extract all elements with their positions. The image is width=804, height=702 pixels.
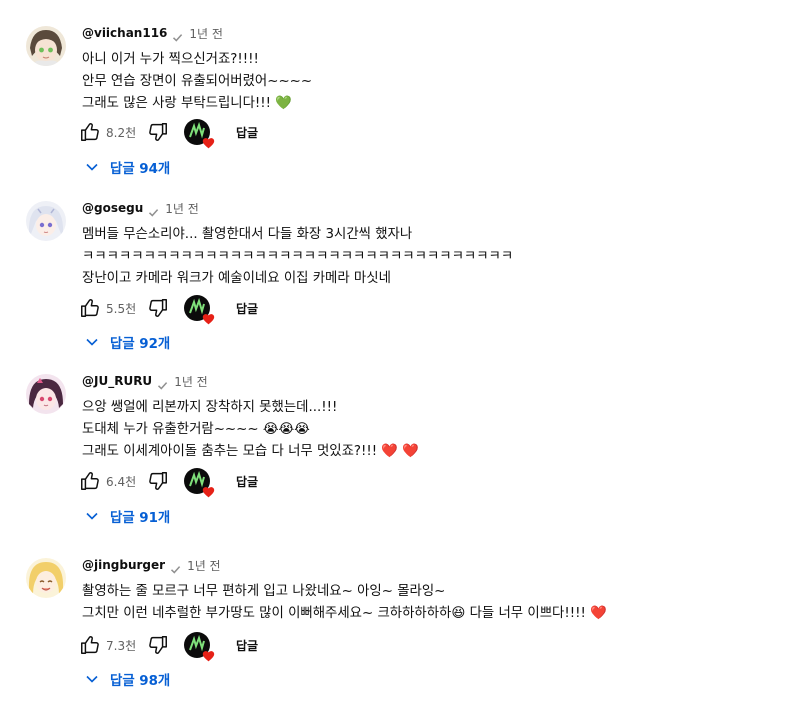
chevron-down-icon — [86, 672, 98, 687]
comment-timestamp[interactable]: 1년 전 — [165, 200, 199, 217]
replies-count: 답글 92개 — [110, 337, 171, 352]
avatar[interactable] — [26, 201, 66, 241]
comment-line: 장난이고 카메라 워크가 예술이네요 이집 카메라 마싯네 — [82, 271, 391, 286]
comment-line: 으앙 쌩얼에 리본까지 장착하지 못했는데...!!! — [82, 400, 338, 415]
chevron-down-icon — [86, 509, 98, 524]
heart-icon — [202, 314, 215, 325]
comment-header: @viichan116 1년 전 — [82, 24, 223, 42]
comment-header: @gosegu 1년 전 — [82, 199, 199, 217]
dislike-button[interactable] — [144, 631, 172, 659]
thumbs-up-icon — [81, 299, 99, 317]
like-button[interactable] — [76, 118, 104, 146]
comment-timestamp[interactable]: 1년 전 — [189, 25, 223, 42]
comment-line: 도대체 누가 유출한거람~~~~ 😭😭😭 — [82, 422, 310, 437]
author-name[interactable]: @jingburger — [82, 558, 165, 572]
comment-line: 촬영하는 줄 모르구 너무 편하게 입고 나왔네요~ 아잉~ 몰라잉~ — [82, 584, 446, 599]
view-replies-button[interactable]: 답글 92개 — [80, 326, 170, 358]
avatar[interactable] — [26, 558, 66, 598]
replies-count: 답글 94개 — [110, 162, 171, 177]
view-replies-button[interactable]: 답글 94개 — [80, 151, 170, 183]
thumbs-up-icon — [81, 123, 99, 141]
comment-actions: 7.3천 답글 — [76, 629, 258, 662]
verified-check-icon — [172, 28, 183, 42]
comment-line: 그치만 이런 네추럴한 부가땅도 많이 이뻐해주세요~ 크하하하하하😆 다들 너… — [82, 606, 607, 621]
reply-button[interactable]: 답글 — [236, 124, 258, 141]
like-count: 5.5천 — [106, 301, 137, 316]
verified-check-icon — [148, 203, 159, 217]
comment-header: @JU_RURU 1년 전 — [82, 372, 208, 390]
like-button[interactable] — [76, 294, 104, 322]
reply-button[interactable]: 답글 — [236, 300, 258, 317]
heart-icon — [202, 138, 215, 149]
comment-header: @jingburger 1년 전 — [82, 556, 221, 574]
comment-line: 그래도 이세계아이돌 춤추는 모습 다 너무 멋있죠?!!! ❤️ ❤️ — [82, 444, 419, 459]
creator-heart-badge — [184, 295, 215, 325]
like-count: 7.3천 — [106, 638, 137, 653]
heart-icon — [202, 651, 215, 662]
dislike-button[interactable] — [144, 467, 172, 495]
reply-button[interactable]: 답글 — [236, 473, 258, 490]
comment-actions: 6.4천 답글 — [76, 465, 258, 498]
dislike-button[interactable] — [144, 294, 172, 322]
chevron-down-icon — [86, 160, 98, 175]
comment-line: 아니 이거 누가 찍으신거죠?!!!! — [82, 52, 259, 67]
comment-line: 안무 연습 장면이 유출되어버렸어~~~~ — [82, 74, 313, 89]
avatar[interactable] — [26, 374, 66, 414]
like-button[interactable] — [76, 631, 104, 659]
comment-text: 아니 이거 누가 찍으신거죠?!!!! 안무 연습 장면이 유출되어버렸어~~~… — [82, 49, 312, 115]
creator-heart-badge — [184, 632, 215, 662]
like-count: 8.2천 — [106, 125, 137, 140]
thumbs-down-icon — [149, 123, 167, 141]
creator-heart-badge — [184, 119, 215, 149]
comment-line: 멤버들 무슨소리야... 촬영한대서 다들 화장 3시간씩 했자나 — [82, 227, 413, 242]
verified-check-icon — [170, 560, 181, 574]
comment-line: 그래도 많은 사랑 부탁드립니다!!! 💚 — [82, 96, 292, 111]
like-button[interactable] — [76, 467, 104, 495]
comment-text: 멤버들 무슨소리야... 촬영한대서 다들 화장 3시간씩 했자나 ㅋㅋㅋㅋㅋㅋ… — [82, 224, 513, 290]
author-name[interactable]: @viichan116 — [82, 26, 167, 40]
thumbs-down-icon — [149, 636, 167, 654]
view-replies-button[interactable]: 답글 98개 — [80, 663, 170, 695]
replies-count: 답글 91개 — [110, 511, 171, 526]
thumbs-down-icon — [149, 472, 167, 490]
creator-heart-badge — [184, 468, 215, 498]
thumbs-up-icon — [81, 636, 99, 654]
comment-actions: 5.5천 답글 — [76, 292, 258, 325]
comment-actions: 8.2천 답글 — [76, 116, 258, 149]
avatar[interactable] — [26, 26, 66, 66]
dislike-button[interactable] — [144, 118, 172, 146]
comment-text: 으앙 쌩얼에 리본까지 장착하지 못했는데...!!! 도대체 누가 유출한거람… — [82, 397, 419, 463]
comment-text: 촬영하는 줄 모르구 너무 편하게 입고 나왔네요~ 아잉~ 몰라잉~ 그치만 … — [82, 581, 607, 625]
like-count: 6.4천 — [106, 474, 137, 489]
replies-count: 답글 98개 — [110, 674, 171, 689]
view-replies-button[interactable]: 답글 91개 — [80, 500, 170, 532]
chevron-down-icon — [86, 335, 98, 350]
comment-line: ㅋㅋㅋㅋㅋㅋㅋㅋㅋㅋㅋㅋㅋㅋㅋㅋㅋㅋㅋㅋㅋㅋㅋㅋㅋㅋㅋㅋㅋㅋㅋㅋㅋㅋㅋ — [82, 249, 514, 264]
comment-timestamp[interactable]: 1년 전 — [187, 557, 221, 574]
comment-timestamp[interactable]: 1년 전 — [174, 373, 208, 390]
author-name[interactable]: @gosegu — [82, 201, 143, 215]
heart-icon — [202, 487, 215, 498]
verified-check-icon — [157, 376, 168, 390]
thumbs-down-icon — [149, 299, 167, 317]
thumbs-up-icon — [81, 472, 99, 490]
author-name[interactable]: @JU_RURU — [82, 374, 152, 388]
reply-button[interactable]: 답글 — [236, 637, 258, 654]
